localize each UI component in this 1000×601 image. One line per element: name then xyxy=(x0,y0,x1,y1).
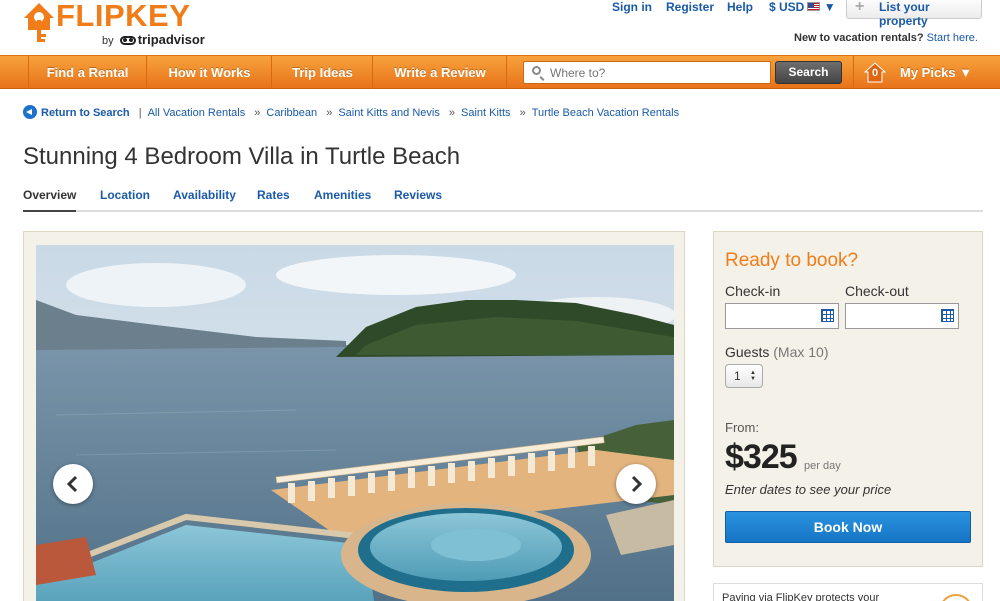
guests-max: (Max 10) xyxy=(773,344,829,360)
page-title: Stunning 4 Bedroom Villa in Turtle Beach xyxy=(23,143,461,170)
tab-overview[interactable]: Overview xyxy=(23,188,77,212)
checkin-field[interactable] xyxy=(725,303,839,329)
search-button[interactable]: Search xyxy=(775,61,842,84)
help-link[interactable]: Help xyxy=(727,0,753,14)
breadcrumb-separator: » xyxy=(448,107,456,119)
main-nav-bar: Find a Rental How it Works Trip Ideas Wr… xyxy=(0,55,1000,89)
breadcrumb-saint-kitts[interactable]: Saint Kitts xyxy=(461,107,511,119)
nav-find-a-rental[interactable]: Find a Rental xyxy=(28,56,147,89)
prev-photo-button[interactable] xyxy=(53,464,93,504)
breadcrumb-saint-kitts-and-nevis[interactable]: Saint Kitts and Nevis xyxy=(338,107,440,119)
tripadvisor-owl-icon xyxy=(119,36,136,46)
currency-label: $ USD xyxy=(769,0,805,14)
list-property-button[interactable]: + List your property xyxy=(846,0,982,28)
search-input[interactable] xyxy=(550,64,765,81)
checkin-label: Check-in xyxy=(725,283,781,299)
guests-select[interactable]: 1 ▲ ▼ xyxy=(725,364,763,388)
select-arrows-icon: ▲ ▼ xyxy=(750,370,756,382)
breadcrumb-separator: » xyxy=(519,107,526,119)
new-to-rentals-prompt: New to vacation rentals? Start here. xyxy=(794,32,978,44)
new-to-rentals-text: New to vacation rentals? xyxy=(794,32,924,44)
plus-icon: + xyxy=(855,0,865,15)
return-to-search-link[interactable]: Return to Search xyxy=(41,107,130,119)
checkout-label: Check-out xyxy=(845,283,909,299)
start-here-link[interactable]: Start here. xyxy=(927,32,978,44)
chevron-right-icon xyxy=(631,475,643,493)
checkout-field[interactable] xyxy=(845,303,959,329)
guests-label-text: Guests xyxy=(725,344,770,360)
tab-availability[interactable]: Availability xyxy=(173,188,236,210)
guests-value: 1 xyxy=(734,369,741,383)
next-photo-button[interactable] xyxy=(616,464,656,504)
payment-protection-panel: Paying via FlipKey protects your xyxy=(713,583,983,601)
photo-gallery xyxy=(23,231,685,601)
tab-amenities[interactable]: Amenities xyxy=(314,188,371,210)
price-note: Enter dates to see your price xyxy=(725,482,892,497)
search-icon xyxy=(532,66,541,75)
breadcrumb-all-vacation-rentals[interactable]: All Vacation Rentals xyxy=(148,107,246,119)
register-link[interactable]: Register xyxy=(666,0,714,14)
back-arrow-icon[interactable] xyxy=(23,105,37,119)
search-box xyxy=(523,61,771,84)
currency-selector[interactable]: $ USD ▼ xyxy=(769,0,836,14)
my-picks-label: My Picks ▼ xyxy=(900,65,973,80)
breadcrumb: Return to Search | All Vacation Rentals »… xyxy=(23,105,679,119)
logo-byline: by tripadvisor xyxy=(102,32,205,47)
nav-how-it-works[interactable]: How it Works xyxy=(148,56,272,89)
nightly-price: $325 xyxy=(725,438,798,476)
guests-label: Guests (Max 10) xyxy=(725,344,828,360)
payment-protection-text: Paying via FlipKey protects your xyxy=(722,592,880,601)
tripadvisor-text: tripadvisor xyxy=(137,32,205,47)
breadcrumb-turtle-beach[interactable]: Turtle Beach Vacation Rentals xyxy=(532,107,679,119)
calendar-icon[interactable] xyxy=(941,309,954,322)
list-property-label: List your property xyxy=(879,0,930,28)
tab-reviews[interactable]: Reviews xyxy=(394,188,442,210)
calendar-icon[interactable] xyxy=(821,309,834,322)
breadcrumb-caribbean[interactable]: Caribbean xyxy=(266,107,317,119)
book-now-button[interactable]: Book Now xyxy=(725,511,971,543)
currency-caret: ▼ xyxy=(823,0,836,14)
listing-tabs: Overview Location Availability Rates Ame… xyxy=(23,188,983,212)
tab-rates[interactable]: Rates xyxy=(257,188,290,210)
logo-by-text: by xyxy=(102,35,114,47)
breadcrumb-separator: » xyxy=(326,107,333,119)
booking-panel: Ready to book? Check-in Check-out Guests… xyxy=(713,231,983,567)
breadcrumb-separator: » xyxy=(254,107,261,119)
tab-location[interactable]: Location xyxy=(100,188,150,210)
nav-trip-ideas[interactable]: Trip Ideas xyxy=(273,56,373,89)
sign-in-link[interactable]: Sign in xyxy=(612,0,652,14)
booking-heading: Ready to book? xyxy=(725,250,859,271)
listing-photo xyxy=(36,245,674,601)
protection-seal-icon xyxy=(939,594,973,601)
my-picks-menu[interactable]: 0 My Picks ▼ xyxy=(853,56,1000,89)
us-flag-icon xyxy=(807,2,821,11)
price-unit: per day xyxy=(804,460,841,472)
breadcrumb-divider: | xyxy=(138,107,142,119)
chevron-left-icon xyxy=(66,475,78,493)
nav-write-a-review[interactable]: Write a Review xyxy=(374,56,507,89)
picks-count: 0 xyxy=(871,67,879,79)
from-label: From: xyxy=(725,420,759,435)
